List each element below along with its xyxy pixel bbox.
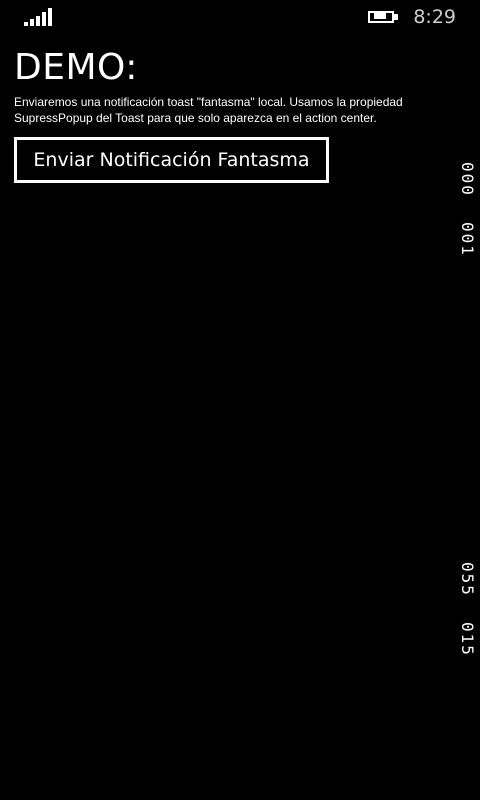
- send-ghost-notification-button[interactable]: Enviar Notificación Fantasma: [14, 137, 329, 183]
- page-description: Enviaremos una notificación toast "fanta…: [14, 95, 403, 125]
- frame-counter: 000: [458, 162, 477, 197]
- page-title: DEMO:: [14, 47, 138, 88]
- frame-counter: 001: [458, 222, 477, 257]
- frame-counter: 015: [458, 622, 477, 657]
- signal-strength-icon: [24, 8, 54, 26]
- frame-counter: 055: [458, 562, 477, 597]
- status-bar: 8:29: [0, 0, 480, 34]
- status-time: 8:29: [413, 6, 456, 28]
- battery-charging-icon: [368, 10, 400, 24]
